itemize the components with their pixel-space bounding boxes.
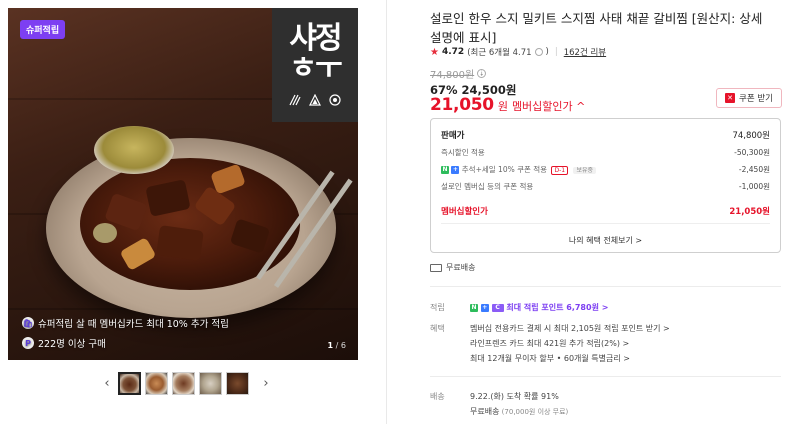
thumbnail-strip: ‹ ›	[100, 370, 273, 396]
price-row-member-total: 멤버십할인가 21,050원	[441, 205, 770, 217]
price-row-label-wrap: N + 추석+세일 10% 쿠폰 적용 D-1 보유중	[441, 164, 597, 175]
image-info-text: 222명 이상 구매	[38, 339, 106, 350]
price-row-label: 추석+세일 10% 쿠폰 적용	[461, 165, 548, 174]
section-divider	[430, 286, 781, 287]
brand-marks	[289, 94, 341, 106]
image-info-text: 슈퍼적립 살 때 멤버십카드 최대 10% 추가 적립	[38, 319, 229, 330]
delivery-shipping-note: (70,000원 이상 무료)	[499, 408, 569, 416]
info-icon[interactable]: i	[477, 69, 487, 78]
naver-n-icon: N	[470, 303, 478, 312]
naver-n-icon: N	[441, 166, 449, 174]
image-info-purchases: P 222명 이상 구매	[22, 336, 106, 350]
view-all-benefits-link[interactable]: 나의 혜택 전체보기 >	[431, 235, 780, 246]
thumbnail-prev-button[interactable]: ‹	[100, 376, 114, 391]
image-counter: 1 / 6	[328, 341, 346, 350]
benefits-label: 혜택	[430, 324, 445, 333]
purchase-icon: P	[22, 337, 34, 349]
price-row-value: -50,300원	[734, 148, 770, 157]
plus-icon: +	[451, 166, 460, 174]
image-counter-total: / 6	[333, 341, 346, 350]
benefit-line[interactable]: 라인프렌즈 카드 최대 421원 추가 적립(2%) >	[470, 338, 629, 349]
thumbnail[interactable]	[118, 371, 141, 395]
brand-logo-box: 샤정 ㅎㅜ	[272, 8, 358, 122]
thumbnail[interactable]	[226, 371, 249, 395]
benefit-line[interactable]: 멤버십 전용카드 결제 시 최대 2,105원 적립 포인트 받기 >	[470, 323, 670, 334]
thumbnail[interactable]	[199, 371, 222, 395]
price-row-label: 즉시할인 적용	[441, 148, 485, 157]
delivery-shipping-text: 무료배송	[470, 407, 500, 416]
free-shipping-text: 무료배송	[446, 263, 476, 272]
shopping-bag-icon: 🛍	[22, 317, 34, 329]
price-row-value: -1,000원	[738, 182, 770, 191]
price-row-membership-coupon: 설로인 멤버십 등의 쿠폰 적용 -1,000원	[441, 181, 770, 192]
free-shipping-row: 무료배송	[430, 262, 475, 273]
coupon-button-label: 쿠폰 받기	[739, 94, 773, 104]
brand-logo: 샤정 ㅎㅜ	[289, 21, 342, 86]
member-price-unit: 원	[497, 100, 508, 113]
price-row-value: -2,450원	[738, 165, 770, 174]
coupon-download-button[interactable]: ✕ 쿠폰 받기	[716, 88, 782, 108]
triangle-icon	[309, 94, 321, 106]
truck-icon	[430, 263, 442, 272]
column-divider	[386, 0, 387, 424]
rating-score: 4.72	[441, 47, 465, 57]
side-dish-bowl	[94, 126, 174, 174]
stripes-icon	[289, 94, 301, 106]
points-value-text: 최대 적립 포인트 6,780원 >	[506, 303, 609, 312]
info-icon[interactable]	[534, 48, 543, 56]
price-row-value: 74,800원	[732, 131, 770, 141]
d-day-tag: D-1	[551, 166, 569, 175]
price-row-label: 설로인 멤버십 등의 쿠폰 적용	[441, 182, 534, 191]
member-price-row: 21,050 원 멤버십할인가 ^	[430, 95, 585, 115]
points-value[interactable]: N + C 최대 적립 포인트 6,780원 >	[470, 302, 608, 313]
benefit-line[interactable]: 최대 12개월 무이자 할부 • 60개월 특별금리 >	[470, 353, 630, 364]
price-row-sale: 판매가 74,800원	[441, 129, 770, 141]
price-row-coupon: N + 추석+세일 10% 쿠폰 적용 D-1 보유중 -2,450원	[441, 164, 770, 175]
food-chunk	[93, 223, 117, 243]
original-price-value: 74,800원	[430, 70, 475, 81]
delivery-label: 배송	[430, 392, 445, 401]
divider: |	[554, 47, 558, 57]
star-icon: ★	[430, 46, 439, 58]
circle-icon	[329, 94, 341, 106]
thumbnail[interactable]	[145, 371, 168, 395]
coupon-icon: ✕	[725, 93, 735, 103]
price-breakdown-box: 판매가 74,800원 즉시할인 적용 -50,300원 N + 추석+세일 1…	[430, 118, 781, 253]
original-price: 74,800원 i	[430, 66, 487, 81]
delivery-estimate: 9.22.(화) 도착 확률 91%	[470, 392, 559, 401]
member-price: 21,050	[430, 95, 494, 115]
member-price-toggle[interactable]: 멤버십할인가 ^	[512, 98, 585, 114]
food-chunk	[156, 225, 204, 261]
section-divider	[430, 376, 781, 377]
owned-tag: 보유중	[573, 167, 597, 174]
price-row-label: 판매가	[441, 131, 465, 141]
price-total-value: 21,050원	[729, 207, 770, 217]
plus-icon: +	[480, 303, 489, 312]
card-icon: C	[491, 303, 504, 312]
product-main-image[interactable]: 샤정 ㅎㅜ 슈퍼적립 🛍 슈퍼적립 살 때 멤버십카드 최대 10% 추가 적립…	[8, 8, 358, 360]
rating-recent: (최근 6개월 4.71	[467, 48, 532, 58]
price-total-label: 멤버십할인가	[441, 207, 488, 217]
divider	[441, 223, 770, 224]
braised-beef-food	[80, 158, 300, 290]
price-row-instant-discount: 즉시할인 적용 -50,300원	[441, 147, 770, 158]
reviews-link[interactable]: 162건 리뷰	[564, 46, 606, 58]
points-label: 적립	[430, 303, 445, 312]
delivery-shipping: 무료배송 (70,000원 이상 무료)	[470, 406, 568, 417]
rating-row: ★ 4.72 (최근 6개월 4.71 ) | 162건 리뷰	[430, 46, 606, 59]
product-title: 설로인 한우 스지 밀키트 스지찜 사태 채끝 갈비찜 [원산지: 상세설명에 …	[430, 11, 763, 45]
thumbnail[interactable]	[172, 371, 195, 395]
thumbnail-next-button[interactable]: ›	[259, 376, 273, 391]
image-info-points: 🛍 슈퍼적립 살 때 멤버십카드 최대 10% 추가 적립	[22, 316, 229, 330]
rating-recent-close: )	[545, 47, 549, 57]
super-points-badge: 슈퍼적립	[20, 20, 66, 39]
